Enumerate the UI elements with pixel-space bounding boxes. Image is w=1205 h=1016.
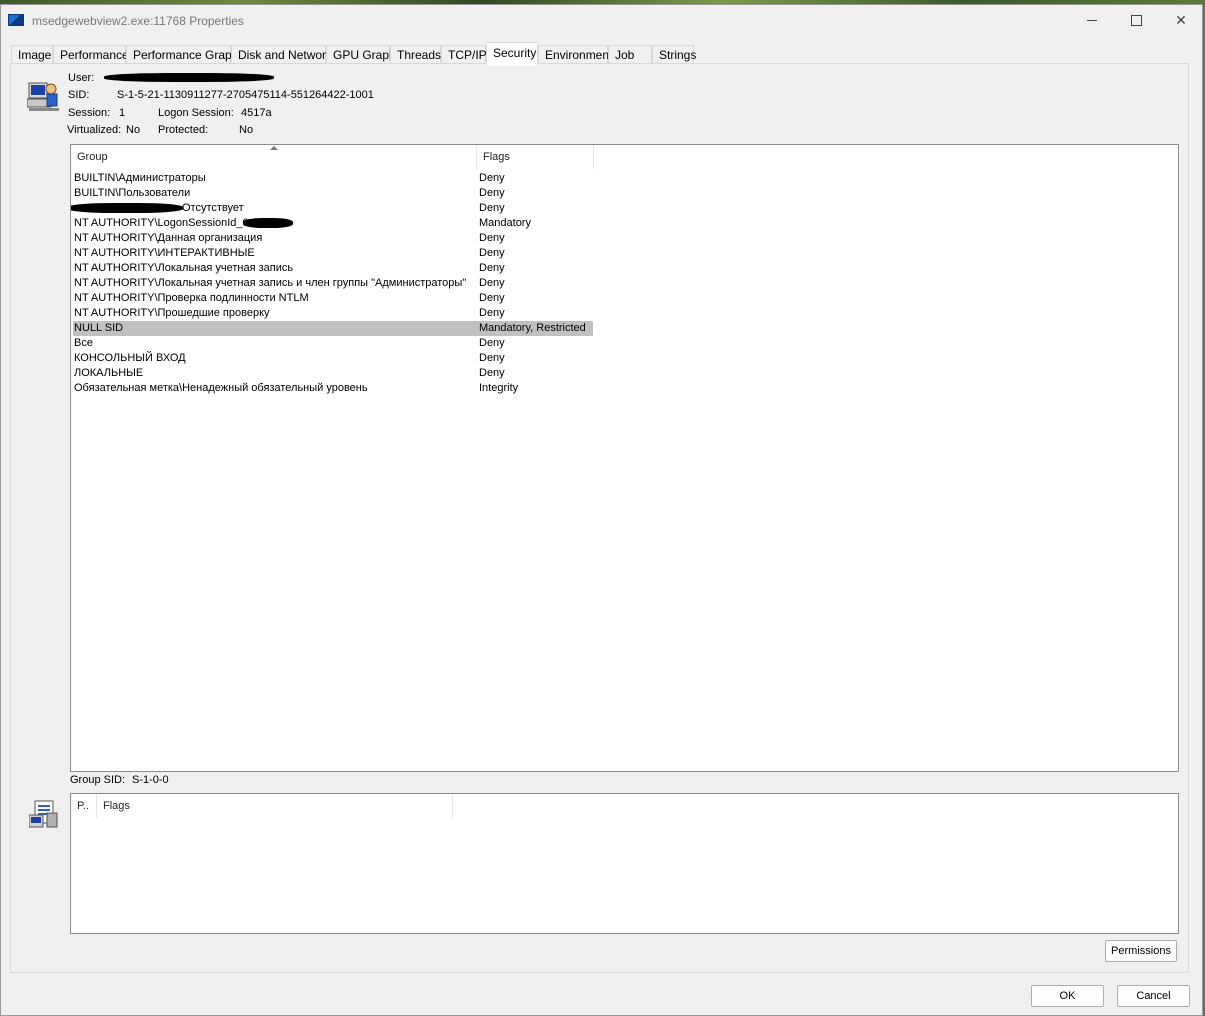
group-row[interactable]: NT AUTHORITY\Прошедшие проверку Deny: [73, 306, 593, 321]
maximize-icon: [1130, 14, 1142, 26]
group-flags: Deny: [479, 232, 505, 244]
group-flags: Deny: [479, 367, 505, 379]
group-flags: Deny: [479, 262, 505, 274]
tab-performance[interactable]: Performance: [53, 45, 129, 65]
group-sid-label: Group SID:: [70, 774, 126, 786]
group-row[interactable]: NT AUTHORITY\Локальная учетная запись и …: [73, 276, 593, 291]
group-row[interactable]: ЛОКАЛЬНЫЕ Deny: [73, 366, 593, 381]
group-row[interactable]: Все Deny: [73, 336, 593, 351]
window-title: msedgewebview2.exe:11768 Properties: [32, 14, 244, 28]
ok-button[interactable]: OK: [1031, 985, 1104, 1007]
cancel-button[interactable]: Cancel: [1117, 985, 1190, 1007]
group-flags: Mandatory: [479, 217, 531, 229]
virtualized-value: No: [126, 124, 141, 136]
minimize-button[interactable]: [1070, 9, 1114, 31]
protected-label: Protected:: [158, 124, 209, 136]
tab-strings[interactable]: Strings: [652, 45, 696, 65]
group-name: КОНСОЛЬНЫЙ ВХОД: [74, 352, 186, 364]
group-row[interactable]: КОНСОЛЬНЫЙ ВХОД Deny: [73, 351, 593, 366]
app-icon: [8, 14, 24, 26]
tab-tcpip[interactable]: TCP/IP: [441, 45, 487, 65]
column-header-group[interactable]: Group: [71, 145, 477, 169]
close-icon: ✕: [1175, 11, 1187, 28]
group-row[interactable]: NT AUTHORITY\Локальная учетная запись Den…: [73, 261, 593, 276]
group-flags: Deny: [479, 187, 505, 199]
virtualized-label: Virtualized:: [67, 124, 122, 136]
group-flags: Deny: [479, 352, 505, 364]
title-bar: msedgewebview2.exe:11768 Properties ✕: [1, 5, 1202, 35]
group-row[interactable]: BUILTIN\Администраторы Deny: [73, 171, 593, 186]
group-flags: Deny: [479, 337, 505, 349]
group-flags: Deny: [479, 292, 505, 304]
column-header-group-label: Group: [77, 151, 108, 163]
group-name: ЛОКАЛЬНЫЕ: [74, 367, 144, 379]
group-flags: Deny: [479, 247, 505, 259]
tab-disk-and-network[interactable]: Disk and Network: [231, 45, 332, 65]
group-name: NT AUTHORITY\Прошедшие проверку: [74, 307, 270, 319]
sid-value: S-1-5-21-1130911277-2705475114-551264422…: [117, 89, 374, 101]
group-name: NULL SID: [74, 322, 124, 334]
group-name: NT AUTHORITY\Локальная учетная запись: [74, 262, 294, 274]
tab-security[interactable]: Security: [486, 42, 538, 66]
group-row-selected[interactable]: NULL SID Mandatory, Restricted: [73, 321, 593, 336]
privileges-list[interactable]: P.. Flags: [70, 793, 1179, 934]
group-flags: Integrity: [479, 382, 519, 394]
session-label: Session:: [68, 107, 111, 119]
user-computer-icon: [27, 82, 59, 111]
sid-label: SID:: [68, 89, 90, 101]
group-flags: Deny: [479, 172, 505, 184]
column-header-privilege-flags[interactable]: Flags: [97, 794, 453, 818]
properties-window: msedgewebview2.exe:11768 Properties ✕ Im…: [0, 4, 1203, 1016]
group-name: BUILTIN\Администраторы: [74, 172, 206, 184]
group-name: NT AUTHORITY\Проверка подлинности NTLM: [74, 292, 309, 304]
user-value-redacted: [104, 73, 274, 82]
group-flags: Deny: [479, 307, 505, 319]
group-flags: Mandatory, Restricted: [479, 322, 586, 334]
logon-session-label: Logon Session:: [158, 107, 234, 119]
group-row[interactable]: NT AUTHORITY\LogonSessionId_0 Mandatory: [73, 216, 593, 231]
group-sid-value: S-1-0-0: [132, 774, 169, 786]
session-value: 1: [119, 107, 126, 119]
tab-image[interactable]: Image: [11, 45, 53, 65]
tab-performance-graph[interactable]: Performance Graph: [126, 45, 238, 65]
group-row[interactable]: BUILTIN\Пользователи Deny: [73, 186, 593, 201]
tab-threads[interactable]: Threads: [390, 45, 441, 65]
group-name: NT AUTHORITY\LogonSessionId_0: [74, 217, 249, 229]
logon-session-value: 4517a: [241, 107, 272, 119]
permissions-button[interactable]: Permissions: [1105, 940, 1177, 962]
group-name: Все: [74, 337, 93, 349]
minimize-icon: [1087, 19, 1097, 21]
sort-ascending-icon: [270, 146, 278, 150]
group-row[interactable]: Обязательная метка\Ненадежный обязательн…: [73, 381, 593, 396]
group-flags: Deny: [479, 202, 505, 214]
groups-list[interactable]: Group Flags BUILTIN\Администраторы Deny B…: [70, 144, 1179, 772]
column-header-privilege[interactable]: P..: [71, 794, 97, 818]
user-label: User:: [68, 72, 95, 84]
tab-gpu-graph[interactable]: GPU Graph: [326, 45, 396, 65]
group-name: NT AUTHORITY\Локальная учетная запись и …: [74, 277, 467, 289]
group-name: Отсутствует: [182, 202, 244, 214]
privileges-icon: [29, 800, 58, 828]
group-name: Обязательная метка\Ненадежный обязательн…: [74, 382, 368, 394]
protected-value: No: [239, 124, 254, 136]
close-button[interactable]: ✕: [1159, 9, 1203, 31]
group-name: BUILTIN\Пользователи: [74, 187, 191, 199]
column-header-flags[interactable]: Flags: [477, 145, 594, 169]
redaction-mark: [71, 203, 183, 213]
group-row[interactable]: NT AUTHORITY\Данная организация Deny: [73, 231, 593, 246]
group-row[interactable]: NT AUTHORITY\ИНТЕРАКТИВНЫЕ Deny: [73, 246, 593, 261]
tab-job[interactable]: Job: [608, 45, 652, 65]
group-name: NT AUTHORITY\Данная организация: [74, 232, 263, 244]
group-name: NT AUTHORITY\ИНТЕРАКТИВНЫЕ: [74, 247, 255, 259]
group-flags: Deny: [479, 277, 505, 289]
tab-environment[interactable]: Environment: [538, 45, 612, 65]
group-row[interactable]: NT AUTHORITY\Проверка подлинности NTLM De…: [73, 291, 593, 306]
redaction-mark: [243, 218, 293, 228]
maximize-button[interactable]: [1114, 9, 1158, 31]
